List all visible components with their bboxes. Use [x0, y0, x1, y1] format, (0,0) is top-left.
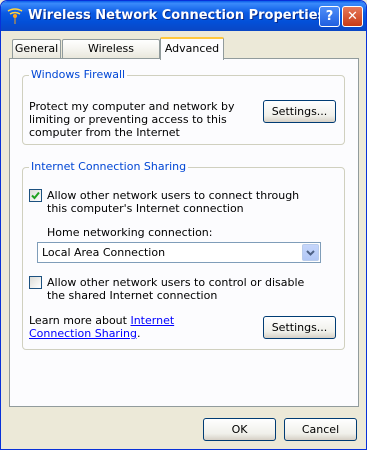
title-bar[interactable]: Wireless Network Connection Properties ?…: [1, 1, 366, 31]
cancel-button[interactable]: Cancel: [284, 418, 357, 441]
ics-settings-button[interactable]: Settings...: [263, 316, 336, 339]
window-title: Wireless Network Connection Properties: [28, 8, 326, 23]
tab-general[interactable]: General: [12, 39, 61, 58]
learn-more-prefix: Learn more about: [29, 314, 131, 327]
learn-more-suffix: .: [136, 327, 141, 340]
help-button[interactable]: ?: [319, 6, 340, 27]
home-networking-select[interactable]: Local Area Connection: [37, 242, 321, 263]
ok-button[interactable]: OK: [203, 418, 276, 441]
allow-connect-label[interactable]: Allow other network users to connect thr…: [47, 189, 317, 215]
tab-strip: General Wireless Networks Advanced: [9, 37, 359, 72]
tab-wireless-networks[interactable]: Wireless Networks: [62, 39, 160, 72]
dropdown-arrow-icon[interactable]: [302, 244, 319, 261]
properties-window: Wireless Network Connection Properties ?…: [0, 0, 367, 450]
checkmark-icon: [31, 191, 40, 200]
tab-advanced[interactable]: Advanced: [160, 37, 224, 60]
allow-control-checkbox[interactable]: [29, 276, 42, 289]
home-networking-value: Local Area Connection: [42, 246, 166, 259]
windows-firewall-title: Windows Firewall: [29, 68, 128, 81]
firewall-settings-button[interactable]: Settings...: [263, 100, 336, 123]
home-networking-label: Home networking connection:: [47, 226, 213, 239]
close-button[interactable]: ✕: [342, 6, 363, 27]
learn-more-text: Learn more about Internet Connection Sha…: [29, 314, 229, 340]
firewall-description: Protect my computer and network by limit…: [29, 100, 235, 139]
wireless-network-icon: [7, 8, 23, 24]
advanced-panel: Windows Firewall Protect my computer and…: [9, 58, 359, 407]
windows-firewall-group: Windows Firewall Protect my computer and…: [22, 68, 345, 145]
allow-connect-checkbox[interactable]: [29, 189, 42, 202]
ics-title: Internet Connection Sharing: [29, 160, 189, 173]
allow-control-label[interactable]: Allow other network users to control or …: [47, 276, 317, 302]
internet-connection-sharing-group: Internet Connection Sharing Allow other …: [22, 160, 345, 350]
